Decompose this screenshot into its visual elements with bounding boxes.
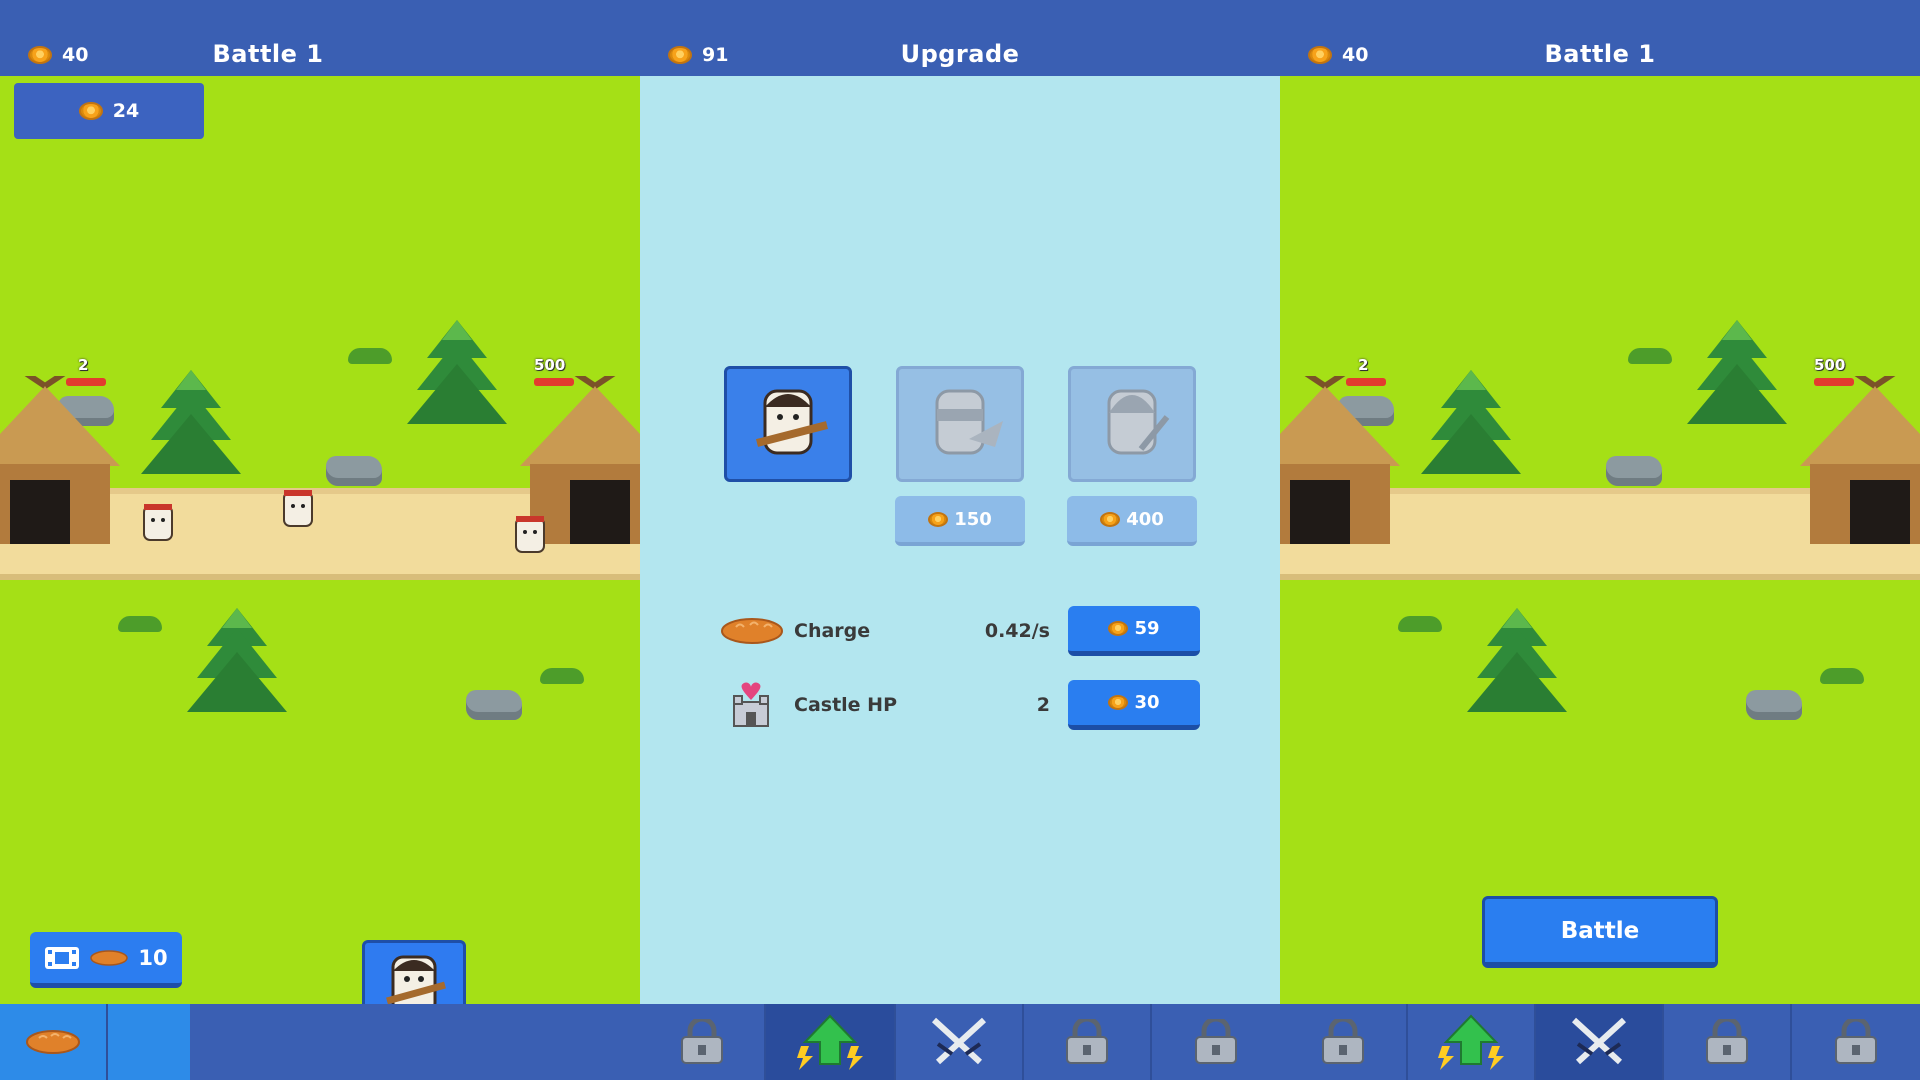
charge-upgrade-row: Charge 0.42/s 59	[720, 606, 1200, 656]
watch-ad-button[interactable]: 10	[30, 932, 182, 988]
rock	[466, 690, 522, 720]
player-soldier	[515, 516, 545, 553]
bush	[118, 616, 162, 632]
upgrade-arrow-icon	[1438, 1014, 1504, 1070]
player-hp-bar	[534, 378, 574, 386]
upgrade-arrow-icon	[797, 1014, 863, 1070]
coin-icon	[78, 102, 103, 120]
top-bar: 40 Battle 1	[0, 0, 640, 76]
ninja-price-button[interactable]: 150	[895, 496, 1025, 546]
pine-tree	[141, 370, 241, 474]
screen-title: Battle 1	[1544, 40, 1656, 68]
charge-label: Charge	[794, 620, 871, 642]
castle-hp-value: 2	[1036, 694, 1050, 716]
player-castle-hp: 500	[534, 356, 566, 374]
upgrade-panel: 91 Upgrade 150 400 Charge 0.42/s 59 Cast…	[640, 0, 1280, 1080]
bush	[348, 348, 392, 364]
player-hp-bar	[1814, 378, 1854, 386]
nav-locked-tab[interactable]	[1024, 1004, 1152, 1080]
nav-battle-tab[interactable]	[1536, 1004, 1664, 1080]
lock-icon	[1066, 1019, 1108, 1064]
crossed-swords-icon	[1571, 1017, 1627, 1065]
coin-icon	[1100, 511, 1121, 527]
bread-icon	[90, 949, 129, 966]
unit-card-knight[interactable]	[1068, 366, 1196, 482]
nav-locked-tab[interactable]	[1664, 1004, 1792, 1080]
lock-icon	[1322, 1019, 1364, 1064]
enemy-soldier	[283, 490, 313, 527]
coin-icon	[28, 46, 52, 64]
nav-locked-tab[interactable]	[1280, 1004, 1408, 1080]
battle-panel-right: 40 Battle 1 2 500 Battle	[1280, 0, 1920, 1080]
bush	[1398, 616, 1442, 632]
knight-price-button[interactable]: 400	[1067, 496, 1197, 546]
pine-tree	[1421, 370, 1521, 474]
unit-card-ninja[interactable]	[896, 366, 1024, 482]
bush	[1820, 668, 1864, 684]
battle-gold-box: 24	[14, 83, 204, 139]
pine-tree	[1467, 608, 1567, 712]
rock	[1606, 456, 1662, 486]
castle-hp-label: Castle HP	[794, 694, 897, 716]
enemy-hp-bar	[66, 378, 106, 386]
rock	[1746, 690, 1802, 720]
enemy-soldier	[143, 504, 173, 541]
bottom-nav	[1280, 1004, 1920, 1080]
bread-icon	[26, 1030, 80, 1054]
coin-icon	[1108, 621, 1129, 636]
top-bar: 91 Upgrade	[640, 0, 1280, 76]
pine-tree	[187, 608, 287, 712]
bush	[1628, 348, 1672, 364]
charge-value: 0.42/s	[984, 620, 1050, 642]
video-ad-icon	[45, 946, 80, 969]
enemy-castle	[0, 376, 120, 544]
bread-count-cell	[108, 1004, 190, 1080]
lock-icon	[1835, 1019, 1877, 1064]
enemy-castle-hp: 2	[78, 356, 89, 374]
ninja-unit-icon	[935, 389, 1003, 455]
bread-resource: 3	[0, 1004, 130, 1080]
start-battle-button[interactable]: Battle	[1482, 896, 1718, 968]
coin-counter: 40	[28, 44, 88, 66]
enemy-castle	[1280, 376, 1400, 544]
coin-count: 40	[62, 44, 89, 66]
player-castle-hp: 500	[1814, 356, 1846, 374]
nav-locked-tab[interactable]	[1152, 1004, 1280, 1080]
player-castle	[1800, 376, 1920, 544]
crossed-swords-icon	[931, 1017, 987, 1065]
pine-tree	[1687, 320, 1787, 424]
club-unit-icon	[756, 389, 828, 455]
pine-tree	[407, 320, 507, 424]
charge-upgrade-button[interactable]: 59	[1068, 606, 1200, 656]
lock-icon	[681, 1019, 723, 1064]
bottom-nav	[640, 1004, 1280, 1080]
unit-card-club[interactable]	[724, 366, 852, 482]
rock	[326, 456, 382, 486]
nav-locked-tab[interactable]	[1792, 1004, 1920, 1080]
coin-icon	[928, 511, 949, 527]
bush	[540, 668, 584, 684]
screen-title: Upgrade	[900, 40, 1020, 68]
lock-icon	[1706, 1019, 1748, 1064]
castle-hp-upgrade-row: Castle HP 2 30	[720, 680, 1200, 730]
nav-upgrade-tab[interactable]	[1408, 1004, 1536, 1080]
enemy-hp-bar	[1346, 378, 1386, 386]
top-bar: 40 Battle 1	[1280, 0, 1920, 76]
castle-heart-icon	[733, 682, 769, 727]
knight-unit-icon	[1107, 389, 1170, 455]
coin-icon	[1108, 695, 1129, 710]
castle-hp-upgrade-button[interactable]: 30	[1068, 680, 1200, 730]
enemy-castle-hp: 2	[1358, 356, 1369, 374]
nav-upgrade-tab[interactable]	[766, 1004, 896, 1080]
battle-panel-left: 40 Battle 1 24 2 500 10	[0, 0, 640, 1080]
nav-locked-tab[interactable]	[640, 1004, 766, 1080]
bottom-bar: 3	[0, 1004, 640, 1080]
nav-battle-tab[interactable]	[896, 1004, 1024, 1080]
bread-icon	[721, 618, 783, 644]
lock-icon	[1195, 1019, 1237, 1064]
